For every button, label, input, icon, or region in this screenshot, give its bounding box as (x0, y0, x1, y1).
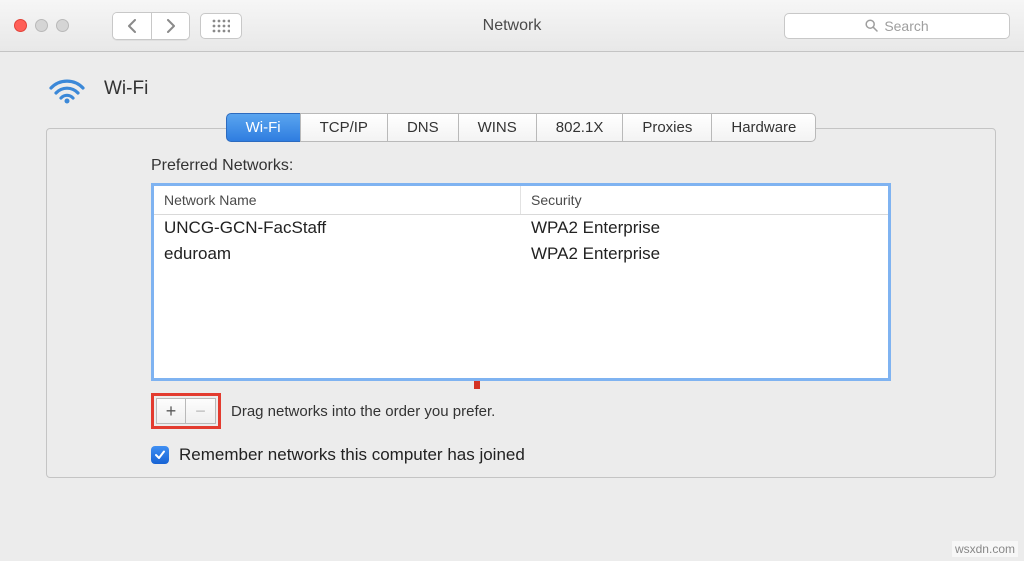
search-icon (865, 19, 878, 32)
fullscreen-button[interactable] (56, 19, 69, 32)
tab-dns[interactable]: DNS (387, 113, 458, 142)
minimize-button[interactable] (35, 19, 48, 32)
column-security[interactable]: Security (521, 186, 888, 214)
forward-button[interactable] (151, 13, 189, 39)
tab-wifi[interactable]: Wi-Fi (226, 113, 300, 142)
window-titlebar: Network Search (0, 0, 1024, 52)
cell-network-name: eduroam (154, 241, 521, 267)
column-network-name[interactable]: Network Name (154, 186, 521, 214)
show-all-button[interactable] (200, 13, 242, 39)
remember-networks-label: Remember networks this computer has join… (179, 445, 525, 465)
back-button[interactable] (113, 13, 151, 39)
remember-networks-row: Remember networks this computer has join… (151, 445, 891, 465)
table-row[interactable]: eduroam WPA2 Enterprise (154, 241, 888, 267)
content-area: Wi-Fi Wi-Fi TCP/IP DNS WINS 802.1X Proxi… (0, 52, 1024, 478)
tab-tcpip[interactable]: TCP/IP (300, 113, 387, 142)
interface-header: Wi-Fi (46, 74, 996, 104)
close-button[interactable] (14, 19, 27, 32)
add-network-button[interactable]: + (156, 398, 186, 424)
table-toolbar: + − Drag networks into the order you pre… (151, 393, 891, 429)
cell-security: WPA2 Enterprise (521, 241, 888, 267)
tab-wins[interactable]: WINS (458, 113, 536, 142)
tab-8021x[interactable]: 802.1X (536, 113, 623, 142)
chevron-left-icon (127, 19, 137, 33)
remove-network-button[interactable]: − (186, 398, 216, 424)
reorder-hint: Drag networks into the order you prefer. (231, 403, 495, 420)
nav-back-forward (112, 12, 190, 40)
settings-tabs: Wi-Fi TCP/IP DNS WINS 802.1X Proxies Har… (226, 113, 817, 142)
chevron-right-icon (166, 19, 176, 33)
settings-panel: Wi-Fi TCP/IP DNS WINS 802.1X Proxies Har… (46, 128, 996, 478)
wifi-tab-content: Preferred Networks: Network Name Securit… (47, 153, 995, 477)
preferred-networks-label: Preferred Networks: (151, 157, 891, 175)
table-header: Network Name Security (154, 186, 888, 215)
cell-security: WPA2 Enterprise (521, 215, 888, 241)
watermark: wsxdn.com (952, 541, 1018, 557)
tab-proxies[interactable]: Proxies (622, 113, 711, 142)
cell-network-name: UNCG-GCN-FacStaff (154, 215, 521, 241)
traffic-lights (14, 19, 102, 32)
table-row[interactable]: UNCG-GCN-FacStaff WPA2 Enterprise (154, 215, 888, 241)
annotation-highlight: + − (151, 393, 221, 429)
search-placeholder: Search (884, 18, 928, 34)
interface-name: Wi-Fi (104, 78, 148, 100)
checkmark-icon (154, 449, 166, 461)
grid-icon (212, 19, 230, 33)
tab-hardware[interactable]: Hardware (711, 113, 816, 142)
search-input[interactable]: Search (784, 13, 1010, 39)
remember-networks-checkbox[interactable] (151, 446, 169, 464)
annotation-marker (474, 381, 480, 389)
wifi-icon (48, 74, 86, 104)
preferred-networks-table[interactable]: Network Name Security UNCG-GCN-FacStaff … (151, 183, 891, 381)
